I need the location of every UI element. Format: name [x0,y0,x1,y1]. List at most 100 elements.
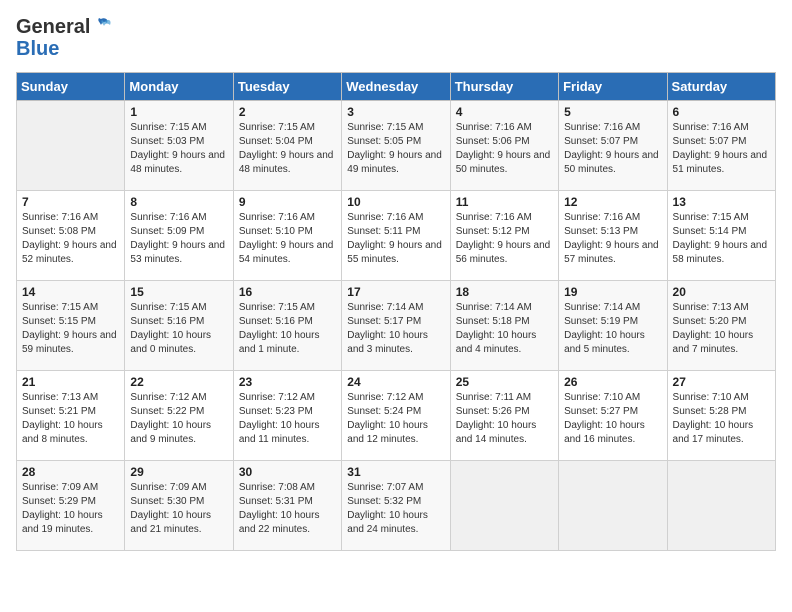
calendar-table: Sunday Monday Tuesday Wednesday Thursday… [16,72,776,551]
calendar-cell: 18 Sunrise: 7:14 AMSunset: 5:18 PMDayligh… [450,281,558,371]
cell-sun-info: Sunrise: 7:13 AMSunset: 5:20 PMDaylight:… [673,301,770,357]
calendar-cell: 1 Sunrise: 7:15 AMSunset: 5:03 PMDaylight… [125,101,233,191]
logo-bird-icon [90,16,112,38]
header-sunday: Sunday [17,73,125,101]
calendar-week-2: 7 Sunrise: 7:16 AMSunset: 5:08 PMDaylight… [17,191,776,281]
cell-sun-info: Sunrise: 7:09 AMSunset: 5:30 PMDaylight:… [130,481,227,537]
day-number: 18 [456,285,553,299]
day-number: 14 [22,285,119,299]
calendar-cell: 7 Sunrise: 7:16 AMSunset: 5:08 PMDaylight… [17,191,125,281]
weekday-header-row: Sunday Monday Tuesday Wednesday Thursday… [17,73,776,101]
calendar-cell: 6 Sunrise: 7:16 AMSunset: 5:07 PMDaylight… [667,101,775,191]
calendar-cell: 11 Sunrise: 7:16 AMSunset: 5:12 PMDayligh… [450,191,558,281]
day-number: 27 [673,375,770,389]
day-number: 8 [130,195,227,209]
day-number: 9 [239,195,336,209]
calendar-cell: 4Sunrise: 7:16 AMSunset: 5:06 PMDaylight… [450,101,558,191]
cell-sun-info: Sunrise: 7:10 AMSunset: 5:27 PMDaylight:… [564,391,661,447]
cell-sun-info: Sunrise: 7:12 AMSunset: 5:23 PMDaylight:… [239,391,336,447]
cell-sun-info: Sunrise: 7:14 AMSunset: 5:19 PMDaylight:… [564,301,661,357]
cell-sun-info: Sunrise: 7:07 AMSunset: 5:32 PMDaylight:… [347,481,444,537]
day-number: 12 [564,195,661,209]
day-number: 22 [130,375,227,389]
calendar-cell: 8 Sunrise: 7:16 AMSunset: 5:09 PMDaylight… [125,191,233,281]
cell-sun-info: Sunrise: 7:14 AMSunset: 5:18 PMDaylight:… [456,301,553,357]
day-number: 1 [130,105,227,119]
day-number: 3 [347,105,444,119]
cell-sun-info: Sunrise: 7:16 AMSunset: 5:08 PMDaylight:… [22,211,119,267]
day-number: 4 [456,105,553,119]
calendar-cell: 10 Sunrise: 7:16 AMSunset: 5:11 PMDayligh… [342,191,450,281]
day-number: 28 [22,465,119,479]
day-number: 10 [347,195,444,209]
header-saturday: Saturday [667,73,775,101]
calendar-cell: 31 Sunrise: 7:07 AMSunset: 5:32 PMDayligh… [342,461,450,551]
calendar-cell: 16Sunrise: 7:15 AMSunset: 5:16 PMDayligh… [233,281,341,371]
calendar-cell: 24 Sunrise: 7:12 AMSunset: 5:24 PMDayligh… [342,371,450,461]
day-number: 15 [130,285,227,299]
cell-sun-info: Sunrise: 7:13 AMSunset: 5:21 PMDaylight:… [22,391,119,447]
cell-sun-info: Sunrise: 7:09 AMSunset: 5:29 PMDaylight:… [22,481,119,537]
calendar-cell: 14 Sunrise: 7:15 AMSunset: 5:15 PMDayligh… [17,281,125,371]
logo: General Blue [16,16,112,60]
calendar-cell: 26 Sunrise: 7:10 AMSunset: 5:27 PMDayligh… [559,371,667,461]
cell-sun-info: Sunrise: 7:15 AMSunset: 5:05 PMDaylight:… [347,121,444,177]
day-number: 13 [673,195,770,209]
calendar-cell: 21 Sunrise: 7:13 AMSunset: 5:21 PMDayligh… [17,371,125,461]
day-number: 17 [347,285,444,299]
calendar-cell: 15 Sunrise: 7:15 AMSunset: 5:16 PMDayligh… [125,281,233,371]
cell-sun-info: Sunrise: 7:16 AMSunset: 5:12 PMDaylight:… [456,211,553,267]
day-number: 11 [456,195,553,209]
cell-sun-info: Sunrise: 7:16 AMSunset: 5:10 PMDaylight:… [239,211,336,267]
cell-sun-info: Sunrise: 7:16 AMSunset: 5:09 PMDaylight:… [130,211,227,267]
calendar-cell: 12Sunrise: 7:16 AMSunset: 5:13 PMDayligh… [559,191,667,281]
cell-sun-info: Sunrise: 7:15 AMSunset: 5:03 PMDaylight:… [130,121,227,177]
cell-sun-info: Sunrise: 7:12 AMSunset: 5:22 PMDaylight:… [130,391,227,447]
day-number: 19 [564,285,661,299]
day-number: 30 [239,465,336,479]
logo-blue-text: Blue [16,38,59,60]
cell-sun-info: Sunrise: 7:15 AMSunset: 5:15 PMDaylight:… [22,301,119,357]
calendar-week-5: 28 Sunrise: 7:09 AMSunset: 5:29 PMDayligh… [17,461,776,551]
day-number: 23 [239,375,336,389]
calendar-cell: 5 Sunrise: 7:16 AMSunset: 5:07 PMDaylight… [559,101,667,191]
calendar-cell: 23 Sunrise: 7:12 AMSunset: 5:23 PMDayligh… [233,371,341,461]
day-number: 24 [347,375,444,389]
calendar-cell: 17 Sunrise: 7:14 AMSunset: 5:17 PMDayligh… [342,281,450,371]
logo-general-text: General [16,16,90,38]
calendar-cell: 25Sunrise: 7:11 AMSunset: 5:26 PMDayligh… [450,371,558,461]
cell-sun-info: Sunrise: 7:16 AMSunset: 5:07 PMDaylight:… [564,121,661,177]
day-number: 31 [347,465,444,479]
day-number: 6 [673,105,770,119]
day-number: 20 [673,285,770,299]
day-number: 26 [564,375,661,389]
calendar-cell: 13 Sunrise: 7:15 AMSunset: 5:14 PMDayligh… [667,191,775,281]
cell-sun-info: Sunrise: 7:16 AMSunset: 5:11 PMDaylight:… [347,211,444,267]
calendar-cell [559,461,667,551]
calendar-cell: 9 Sunrise: 7:16 AMSunset: 5:10 PMDaylight… [233,191,341,281]
calendar-cell: 19 Sunrise: 7:14 AMSunset: 5:19 PMDayligh… [559,281,667,371]
day-number: 7 [22,195,119,209]
day-number: 5 [564,105,661,119]
header-tuesday: Tuesday [233,73,341,101]
calendar-week-3: 14 Sunrise: 7:15 AMSunset: 5:15 PMDayligh… [17,281,776,371]
cell-sun-info: Sunrise: 7:15 AMSunset: 5:16 PMDaylight:… [130,301,227,357]
cell-sun-info: Sunrise: 7:15 AMSunset: 5:04 PMDaylight:… [239,121,336,177]
calendar-cell: 2Sunrise: 7:15 AMSunset: 5:04 PMDaylight… [233,101,341,191]
cell-sun-info: Sunrise: 7:15 AMSunset: 5:14 PMDaylight:… [673,211,770,267]
cell-sun-info: Sunrise: 7:11 AMSunset: 5:26 PMDaylight:… [456,391,553,447]
calendar-cell [17,101,125,191]
calendar-week-4: 21 Sunrise: 7:13 AMSunset: 5:21 PMDayligh… [17,371,776,461]
cell-sun-info: Sunrise: 7:16 AMSunset: 5:07 PMDaylight:… [673,121,770,177]
page-header: General Blue [16,16,776,60]
cell-sun-info: Sunrise: 7:08 AMSunset: 5:31 PMDaylight:… [239,481,336,537]
header-wednesday: Wednesday [342,73,450,101]
calendar-cell: 30 Sunrise: 7:08 AMSunset: 5:31 PMDayligh… [233,461,341,551]
calendar-cell: 3 Sunrise: 7:15 AMSunset: 5:05 PMDaylight… [342,101,450,191]
calendar-cell: 27 Sunrise: 7:10 AMSunset: 5:28 PMDayligh… [667,371,775,461]
calendar-week-1: 1 Sunrise: 7:15 AMSunset: 5:03 PMDaylight… [17,101,776,191]
cell-sun-info: Sunrise: 7:10 AMSunset: 5:28 PMDaylight:… [673,391,770,447]
cell-sun-info: Sunrise: 7:12 AMSunset: 5:24 PMDaylight:… [347,391,444,447]
day-number: 21 [22,375,119,389]
cell-sun-info: Sunrise: 7:14 AMSunset: 5:17 PMDaylight:… [347,301,444,357]
